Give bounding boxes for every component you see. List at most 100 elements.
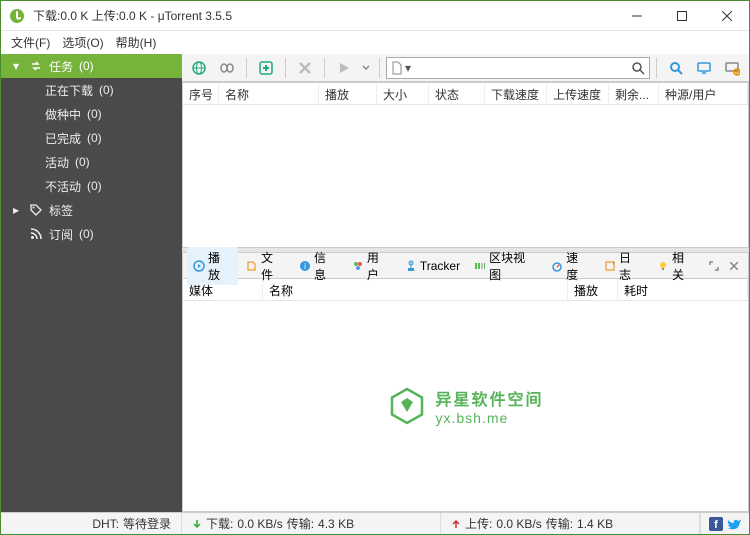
separator (324, 58, 325, 78)
remote-button[interactable] (691, 56, 717, 80)
tab-tracker[interactable]: Tracker (399, 257, 466, 275)
info-icon: i (299, 260, 311, 272)
sidebar-label: 做种中 (45, 106, 81, 123)
detail-close-button[interactable] (724, 256, 744, 276)
sidebar-count: (0) (87, 131, 102, 145)
maximize-button[interactable] (659, 1, 704, 31)
sidebar-item-feeds[interactable]: 订阅 (0) (1, 222, 182, 246)
facebook-icon[interactable]: f (709, 517, 723, 531)
menu-file[interactable]: 文件(F) (5, 32, 56, 53)
settings-button[interactable] (719, 56, 745, 80)
detail-maximize-button[interactable] (704, 256, 724, 276)
detail-pane: 播放 文件 i信息 用户 Tracker 区块视图 速度 日志 相关 媒体 名称… (182, 252, 749, 512)
separator (246, 58, 247, 78)
svg-text:f: f (714, 519, 718, 531)
play-button[interactable] (331, 56, 357, 80)
menu-options[interactable]: 选项(O) (56, 32, 109, 53)
sidebar-count: (0) (87, 107, 102, 121)
col-downspeed[interactable]: 下载速度 (485, 83, 547, 104)
main-area: ▾ 任务 (0) 正在下载 (0) 做种中 (0) 已完成 (0) 活动 (0)… (1, 54, 749, 512)
dht-value: 等待登录 (123, 515, 171, 532)
app-icon (7, 6, 27, 26)
speed-icon (551, 260, 563, 272)
col-seeds[interactable]: 种源/用户 (659, 83, 748, 104)
path-bar[interactable]: ▾ (386, 57, 650, 79)
play-icon (193, 260, 205, 272)
remove-button[interactable] (292, 56, 318, 80)
toolbar: ▾ (182, 54, 749, 82)
sidebar-item-completed[interactable]: 已完成 (0) (1, 126, 182, 150)
status-upload[interactable]: 上传: 0.0 KB/s 传输: 1.4 KB (441, 513, 700, 534)
pieces-icon (474, 260, 486, 272)
sidebar-label: 订阅 (49, 226, 73, 243)
status-download[interactable]: 下载: 0.0 KB/s 传输: 4.3 KB (182, 513, 441, 534)
down-icon (192, 519, 202, 529)
sidebar-count: (0) (87, 179, 102, 193)
sidebar-item-seeding[interactable]: 做种中 (0) (1, 102, 182, 126)
minimize-button[interactable] (614, 1, 659, 31)
tracker-icon (405, 260, 417, 272)
separator (379, 58, 380, 78)
torrent-list-pane: 序号 名称 播放 大小 状态 下载速度 上传速度 剩余... 种源/用户 (182, 82, 749, 248)
social-links: f (700, 513, 749, 534)
sidebar-count: (0) (79, 227, 94, 241)
peers-icon (352, 260, 364, 272)
collapse-icon: ▾ (9, 59, 23, 73)
titlebar: 下载:0.0 K 上传:0.0 K - μTorrent 3.5.5 (1, 1, 749, 31)
bulb-icon (657, 260, 669, 272)
play-dropdown-button[interactable] (359, 56, 373, 80)
files-icon (246, 260, 258, 272)
find-button[interactable] (663, 56, 689, 80)
swap-icon (29, 60, 43, 72)
search-icon[interactable] (631, 61, 645, 75)
log-icon (604, 260, 616, 272)
col-upspeed[interactable]: 上传速度 (547, 83, 609, 104)
svg-text:i: i (304, 262, 306, 271)
sidebar-item-active[interactable]: 活动 (0) (1, 150, 182, 174)
twitter-icon[interactable] (727, 517, 741, 531)
watermark-url: yx.bsh.me (435, 410, 543, 426)
tag-icon (29, 204, 43, 216)
watermark-title: 异星软件空间 (435, 386, 543, 410)
sidebar-label: 活动 (45, 154, 69, 171)
menu-help[interactable]: 帮助(H) (110, 32, 163, 53)
col-num[interactable]: 序号 (183, 83, 219, 104)
sidebar-label: 任务 (49, 58, 73, 75)
col-play[interactable]: 播放 (319, 83, 377, 104)
col-status[interactable]: 状态 (429, 83, 485, 104)
col-dname[interactable]: 名称 (263, 279, 568, 300)
menubar: 文件(F) 选项(O) 帮助(H) (1, 31, 749, 54)
add-button[interactable] (253, 56, 279, 80)
separator (285, 58, 286, 78)
status-dht[interactable]: DHT: 等待登录 (1, 513, 182, 534)
open-torrent-button[interactable] (214, 56, 240, 80)
sidebar-count: (0) (75, 155, 90, 169)
separator (656, 58, 657, 78)
col-duration[interactable]: 耗时 (618, 279, 748, 300)
col-media[interactable]: 媒体 (183, 279, 263, 300)
detail-list-header: 媒体 名称 播放 耗时 (183, 279, 748, 301)
sidebar-count: (0) (79, 59, 94, 73)
chevron-down-icon: ▾ (405, 61, 411, 75)
content-area: ▾ 序号 名称 播放 大小 状态 下载速度 上传速度 剩余... 种源/用户 (182, 54, 749, 512)
sidebar-label: 正在下载 (45, 82, 93, 99)
col-name[interactable]: 名称 (219, 83, 319, 104)
close-button[interactable] (704, 1, 749, 31)
file-icon (391, 61, 403, 75)
col-remain[interactable]: 剩余... (609, 83, 659, 104)
torrent-list-header: 序号 名称 播放 大小 状态 下载速度 上传速度 剩余... 种源/用户 (183, 83, 748, 105)
sidebar-item-labels[interactable]: ▸ 标签 (1, 198, 182, 222)
sidebar-item-downloading[interactable]: 正在下载 (0) (1, 78, 182, 102)
sidebar-count: (0) (99, 83, 114, 97)
col-dplay[interactable]: 播放 (568, 279, 618, 300)
torrent-list-body[interactable] (183, 105, 748, 247)
statusbar: DHT: 等待登录 下载: 0.0 KB/s 传输: 4.3 KB 上传: 0.… (1, 512, 749, 534)
detail-body[interactable]: 异星软件空间 yx.bsh.me (183, 301, 748, 511)
sidebar-item-tasks[interactable]: ▾ 任务 (0) (1, 54, 182, 78)
expand-icon: ▸ (9, 203, 23, 217)
col-size[interactable]: 大小 (377, 83, 429, 104)
sidebar-item-inactive[interactable]: 不活动 (0) (1, 174, 182, 198)
window-title: 下载:0.0 K 上传:0.0 K - μTorrent 3.5.5 (33, 7, 614, 24)
dht-label: DHT: (92, 517, 119, 531)
open-url-button[interactable] (186, 56, 212, 80)
